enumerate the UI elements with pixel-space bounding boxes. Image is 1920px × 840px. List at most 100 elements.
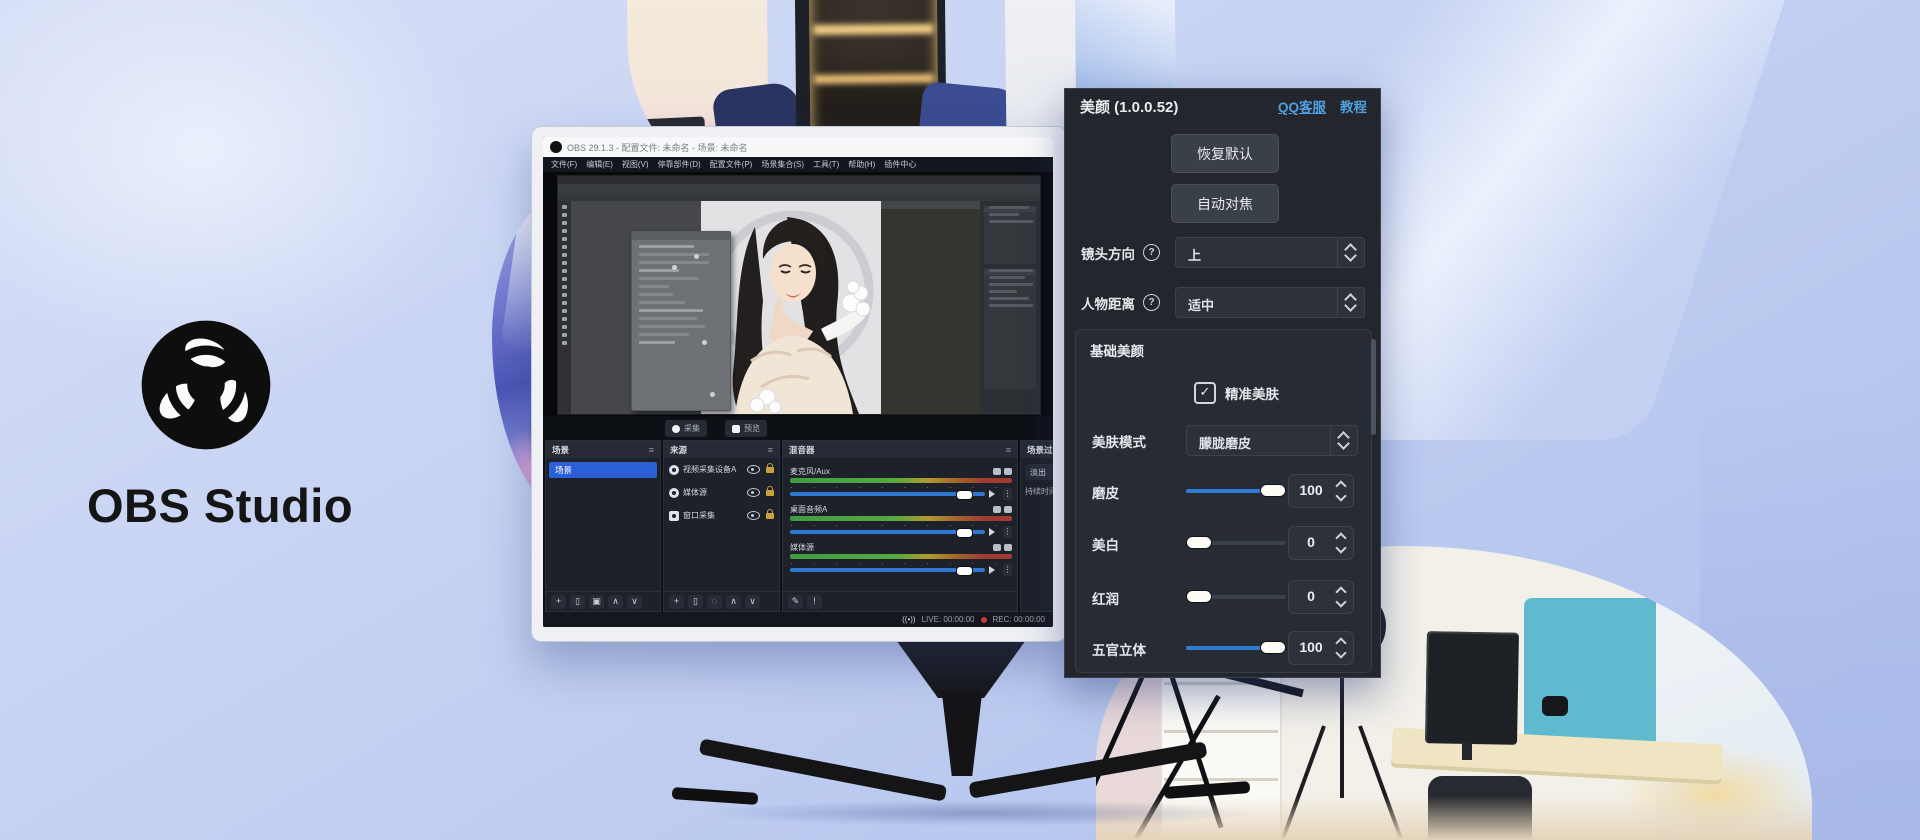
person-distance-select[interactable]: 适中	[1175, 287, 1365, 318]
lock-icon[interactable]	[766, 467, 774, 473]
menu-docks[interactable]: 停靠部件(D)	[658, 159, 701, 170]
source-properties-button[interactable]: ◌	[707, 595, 722, 609]
speaker-icon[interactable]	[989, 566, 999, 574]
help-icon[interactable]: ?	[1143, 294, 1160, 311]
whitening-slider-row: 美白 0	[1076, 526, 1371, 560]
menu-help[interactable]: 帮助(H)	[848, 159, 875, 170]
spinner-icon[interactable]	[1337, 238, 1364, 267]
tutorial-link[interactable]: 教程	[1340, 96, 1367, 116]
add-source-button[interactable]: +	[669, 595, 684, 609]
capture-icon	[672, 425, 680, 433]
mixer-config-button[interactable]: ✎	[788, 595, 803, 609]
channel-settings-icon	[1004, 544, 1012, 551]
live-timer: LIVE: 00:00:00	[922, 615, 975, 624]
scenes-dock: 场景 ≡ 场景 + ▯ ▣ ∧ ∨	[545, 440, 661, 612]
scene-item-selected[interactable]: 场景	[549, 462, 657, 478]
channel-options-icon[interactable]: ⋮	[1003, 488, 1012, 500]
menu-file[interactable]: 文件(F)	[551, 159, 577, 170]
qq-support-link[interactable]: QQ客服	[1278, 96, 1326, 116]
move-up-button[interactable]: ∧	[726, 595, 741, 609]
photo-teal-wall	[1524, 598, 1664, 748]
slider-track[interactable]	[1186, 489, 1286, 493]
section-title: 基础美颜	[1090, 340, 1144, 360]
precise-skin-checkbox-row[interactable]: 精准美肤	[1194, 382, 1279, 404]
obs-logo-icon	[139, 318, 273, 452]
menu-plugin-center[interactable]: 插件中心	[884, 159, 916, 170]
move-down-button[interactable]: ∨	[627, 595, 642, 609]
source-item[interactable]: 视频采集设备A	[664, 458, 779, 481]
channel-options-icon[interactable]: ⋮	[1003, 564, 1012, 576]
channel-settings-icon	[1004, 468, 1012, 475]
value-spinbox[interactable]: 0	[1288, 580, 1354, 614]
restore-defaults-button[interactable]: 恢复默认	[1171, 134, 1279, 173]
photoshop-panels	[980, 201, 1040, 414]
menu-profile[interactable]: 配置文件(P)	[710, 159, 753, 170]
dock-menu-icon[interactable]: ≡	[1006, 445, 1011, 455]
lock-icon[interactable]	[766, 490, 774, 496]
volume-slider[interactable]	[790, 492, 985, 496]
menu-edit[interactable]: 编辑(E)	[586, 159, 613, 170]
slider-handle[interactable]	[1260, 484, 1286, 497]
channel-options-icon[interactable]: ⋮	[1003, 526, 1012, 538]
slider-track[interactable]	[1186, 595, 1286, 599]
visibility-icon[interactable]	[747, 488, 760, 497]
photoshop-toolbar	[558, 201, 571, 414]
basic-beauty-section: 基础美颜 精准美肤 美肤模式 朦胧磨皮 磨皮 100	[1075, 329, 1372, 673]
value-spinbox[interactable]: 100	[1288, 474, 1354, 508]
speaker-icon[interactable]	[989, 490, 999, 498]
value-spinbox[interactable]: 0	[1288, 526, 1354, 560]
skin-mode-select[interactable]: 朦胧磨皮	[1186, 425, 1358, 456]
monitor-stand	[898, 690, 1026, 776]
slider-handle[interactable]	[1186, 536, 1212, 549]
lens-direction-row: 镜头方向 ? 上	[1065, 237, 1380, 268]
visibility-icon[interactable]	[747, 465, 760, 474]
obs-preview-area[interactable]	[543, 172, 1053, 416]
add-scene-button[interactable]: +	[551, 595, 566, 609]
remove-source-button[interactable]: ▯	[688, 595, 703, 609]
remove-scene-button[interactable]: ▯	[570, 595, 585, 609]
lock-icon[interactable]	[766, 513, 774, 519]
decrement-icon[interactable]	[1335, 490, 1346, 501]
autofocus-button[interactable]: 自动对焦	[1171, 184, 1279, 223]
dock-menu-icon[interactable]: ≡	[768, 445, 773, 455]
mixer-more-button[interactable]: !	[807, 595, 822, 609]
panel-scrollbar[interactable]	[1371, 339, 1376, 435]
slider-track[interactable]	[1186, 541, 1286, 545]
menu-tools[interactable]: 工具(T)	[813, 159, 839, 170]
preview-tab-preview[interactable]: 预览	[725, 420, 767, 437]
camera-icon	[669, 465, 679, 475]
volume-slider[interactable]	[790, 568, 985, 572]
move-down-button[interactable]: ∨	[745, 595, 760, 609]
help-icon[interactable]: ?	[1143, 244, 1160, 261]
obs-menubar: 文件(F) 编辑(E) 视图(V) 停靠部件(D) 配置文件(P) 场景集合(S…	[543, 157, 1053, 172]
duplicate-scene-button[interactable]: ▣	[589, 595, 604, 609]
spinner-icon[interactable]	[1337, 288, 1364, 317]
mixer-channel: 媒体源 ⋮	[790, 542, 1012, 574]
preview-tab-capture[interactable]: 采集	[665, 420, 707, 437]
lens-direction-select[interactable]: 上	[1175, 237, 1365, 268]
menu-view[interactable]: 视图(V)	[622, 159, 649, 170]
slider-handle[interactable]	[1260, 641, 1286, 654]
speaker-icon[interactable]	[989, 528, 999, 536]
sources-dock-title: 来源	[670, 444, 687, 456]
volume-slider[interactable]	[790, 530, 985, 534]
decrement-icon[interactable]	[1335, 542, 1346, 553]
source-item[interactable]: 窗口采集	[664, 504, 779, 527]
decrement-icon[interactable]	[1335, 647, 1346, 658]
decrement-icon[interactable]	[1335, 596, 1346, 607]
value-spinbox[interactable]: 100	[1288, 631, 1354, 665]
menu-scene-collection[interactable]: 场景集合(S)	[761, 159, 804, 170]
obs-titlebar: OBS 29.1.3 - 配置文件: 未命名 - 场景: 未命名	[543, 137, 1053, 157]
slider-track[interactable]	[1186, 646, 1286, 650]
obs-statusbar: LIVE: 00:00:00 REC: 00:00:00	[543, 612, 1053, 627]
transition-select[interactable]: 淡出	[1025, 464, 1053, 480]
person-distance-row: 人物距离 ? 适中	[1065, 287, 1380, 318]
beauty-plugin-panel: 美颜 (1.0.0.52) QQ客服 教程 恢复默认 自动对焦 镜头方向 ? 上…	[1064, 88, 1381, 678]
visibility-icon[interactable]	[747, 511, 760, 520]
spinner-icon[interactable]	[1330, 426, 1357, 455]
checkbox-icon[interactable]	[1194, 382, 1216, 404]
source-item[interactable]: 媒体源	[664, 481, 779, 504]
dock-menu-icon[interactable]: ≡	[649, 445, 654, 455]
slider-handle[interactable]	[1186, 590, 1212, 603]
move-up-button[interactable]: ∧	[608, 595, 623, 609]
